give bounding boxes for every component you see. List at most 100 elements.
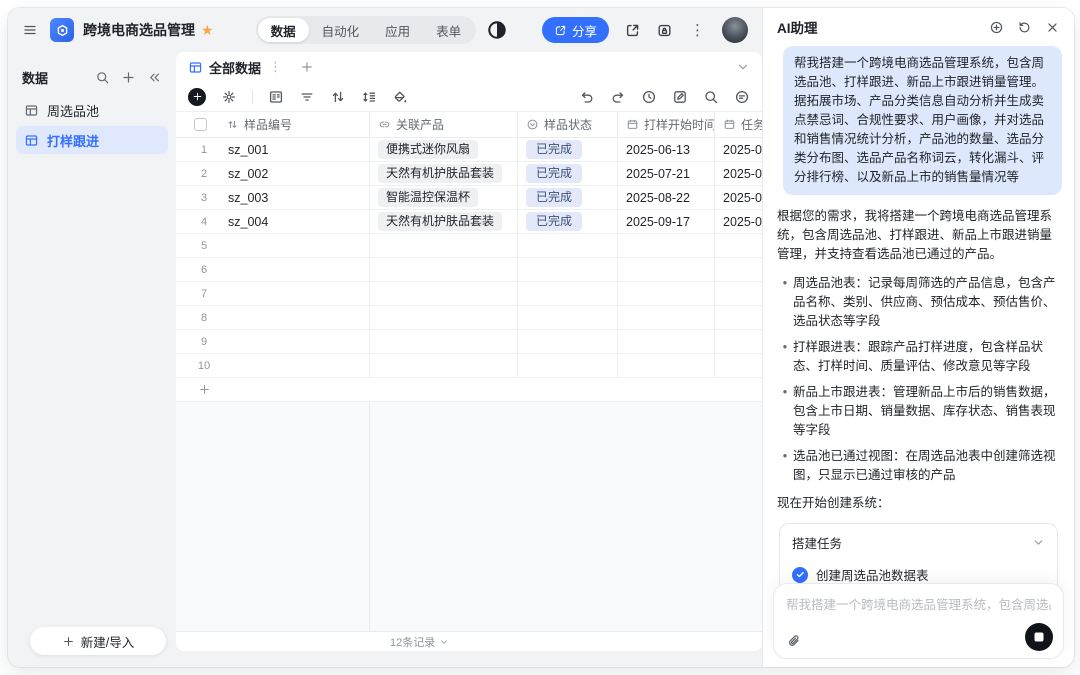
cell-task-date[interactable]	[715, 234, 762, 257]
cell-task-date[interactable]	[715, 282, 762, 305]
cell-linked-product[interactable]	[370, 258, 518, 281]
column-header-linked-product[interactable]: 关联产品	[370, 112, 518, 137]
record-count[interactable]: 12条记录	[390, 634, 435, 650]
cell-start-date[interactable]	[618, 306, 715, 329]
record-history-icon[interactable]	[641, 89, 657, 105]
cell-sample-id[interactable]: 3 sz_003	[176, 186, 370, 209]
cell-task-date[interactable]: 2025-0	[715, 186, 762, 209]
cell-linked-product[interactable]: 天然有机护肤品套装	[370, 162, 518, 185]
cell-task-date[interactable]	[715, 354, 762, 377]
cell-start-date[interactable]: 2025-09-17	[618, 210, 715, 233]
cell-start-date[interactable]	[618, 354, 715, 377]
column-header-sample-id[interactable]: 样品编号	[176, 112, 370, 137]
message-composer[interactable]: 帮我搭建一个跨境电商选品管理系统，包含周选品...	[773, 583, 1064, 659]
tab-4[interactable]: 表单	[423, 18, 474, 42]
select-all-checkbox[interactable]	[194, 118, 207, 131]
more-menu-icon[interactable]: ⋮	[688, 23, 707, 38]
cell-start-date[interactable]: 2025-08-22	[618, 186, 715, 209]
attachment-icon[interactable]	[786, 633, 802, 649]
view-options-icon[interactable]: ⋮	[269, 59, 282, 75]
cell-task-date[interactable]	[715, 306, 762, 329]
cell-start-date[interactable]	[618, 282, 715, 305]
redo-icon[interactable]	[610, 89, 626, 105]
cell-sample-status[interactable]	[518, 282, 618, 305]
tab-3[interactable]: 应用	[372, 18, 423, 42]
cell-sample-status[interactable]: 已完成	[518, 210, 618, 233]
cell-sample-status[interactable]: 已完成	[518, 186, 618, 209]
form-edit-icon[interactable]	[672, 89, 688, 105]
cell-sample-status[interactable]	[518, 258, 618, 281]
cell-sample-id[interactable]: 6	[176, 258, 370, 281]
sidebar-add-table-icon[interactable]	[121, 70, 136, 85]
sort-icon[interactable]	[330, 89, 346, 105]
cell-start-date[interactable]	[618, 234, 715, 257]
add-to-workspace-icon[interactable]	[624, 22, 641, 39]
cell-sample-id[interactable]: 1 sz_001	[176, 138, 370, 161]
cell-sample-status[interactable]	[518, 234, 618, 257]
column-header-start-date[interactable]: 打样开始时间	[618, 112, 715, 137]
cell-linked-product[interactable]	[370, 282, 518, 305]
cell-linked-product[interactable]: 便携式迷你风扇	[370, 138, 518, 161]
column-header-task-date[interactable]: 任务	[715, 112, 762, 137]
sidebar-item-1[interactable]: 周选品池	[16, 96, 168, 124]
cell-sample-id[interactable]: 4 sz_004	[176, 210, 370, 233]
comment-icon[interactable]	[734, 89, 750, 105]
hamburger-menu-icon[interactable]	[22, 22, 38, 38]
task-card-header[interactable]: 搭建任务	[792, 533, 1045, 552]
cell-linked-product[interactable]	[370, 306, 518, 329]
cell-sample-id[interactable]: 9	[176, 330, 370, 353]
cell-task-date[interactable]	[715, 258, 762, 281]
cell-sample-id[interactable]: 7	[176, 282, 370, 305]
favorite-star-icon[interactable]: ★	[201, 23, 214, 37]
cell-sample-id[interactable]: 5	[176, 234, 370, 257]
cell-linked-product[interactable]: 天然有机护肤品套装	[370, 210, 518, 233]
cell-task-date[interactable]	[715, 330, 762, 353]
cell-sample-id[interactable]: 8	[176, 306, 370, 329]
row-height-icon[interactable]	[361, 89, 377, 105]
user-avatar[interactable]	[722, 17, 748, 43]
conversation-history-icon[interactable]	[1017, 20, 1032, 35]
cell-task-date[interactable]: 2025-0	[715, 162, 762, 185]
add-record-button[interactable]	[188, 87, 206, 106]
viewbar-chevron-icon[interactable]	[736, 60, 750, 74]
cell-task-date[interactable]: 2025-0	[715, 210, 762, 233]
cell-task-date[interactable]: 2025-0	[715, 138, 762, 161]
cell-sample-status[interactable]	[518, 306, 618, 329]
undo-icon[interactable]	[579, 89, 595, 105]
cell-linked-product[interactable]	[370, 234, 518, 257]
view-settings-icon[interactable]	[221, 89, 237, 105]
sidebar-search-icon[interactable]	[95, 70, 110, 85]
cell-linked-product[interactable]: 智能温控保温杯	[370, 186, 518, 209]
view-bar: 全部数据 ⋮	[176, 52, 762, 82]
cell-sample-status[interactable]: 已完成	[518, 162, 618, 185]
cell-sample-status[interactable]	[518, 354, 618, 377]
cell-linked-product[interactable]	[370, 354, 518, 377]
sidebar-collapse-icon[interactable]	[147, 70, 162, 85]
filter-icon[interactable]	[299, 89, 315, 105]
sidebar-item-2[interactable]: 打样跟进	[16, 126, 168, 154]
cell-start-date[interactable]	[618, 258, 715, 281]
cell-sample-id[interactable]: 2 sz_002	[176, 162, 370, 185]
cell-start-date[interactable]	[618, 330, 715, 353]
new-conversation-icon[interactable]	[989, 20, 1004, 35]
paint-format-icon[interactable]	[392, 89, 408, 105]
cell-sample-status[interactable]	[518, 330, 618, 353]
cell-linked-product[interactable]	[370, 330, 518, 353]
close-panel-icon[interactable]	[1045, 20, 1060, 35]
share-button[interactable]: 分享	[541, 17, 609, 43]
field-config-icon[interactable]	[268, 89, 284, 105]
table-search-icon[interactable]	[703, 89, 719, 105]
cell-sample-id[interactable]: 10	[176, 354, 370, 377]
add-row-button[interactable]	[176, 378, 762, 402]
cell-sample-status[interactable]: 已完成	[518, 138, 618, 161]
tab-1[interactable]: 数据	[257, 18, 309, 42]
column-header-sample-status[interactable]: 样品状态	[518, 112, 618, 137]
new-import-button[interactable]: 新建/导入	[30, 627, 166, 655]
add-view-icon[interactable]	[300, 60, 314, 74]
cell-start-date[interactable]: 2025-06-13	[618, 138, 715, 161]
stop-generating-button[interactable]	[1025, 623, 1053, 651]
permissions-icon[interactable]	[656, 22, 673, 39]
cell-start-date[interactable]: 2025-07-21	[618, 162, 715, 185]
view-tab-all-data[interactable]: 全部数据	[188, 58, 261, 77]
tab-2[interactable]: 自动化	[309, 18, 373, 42]
